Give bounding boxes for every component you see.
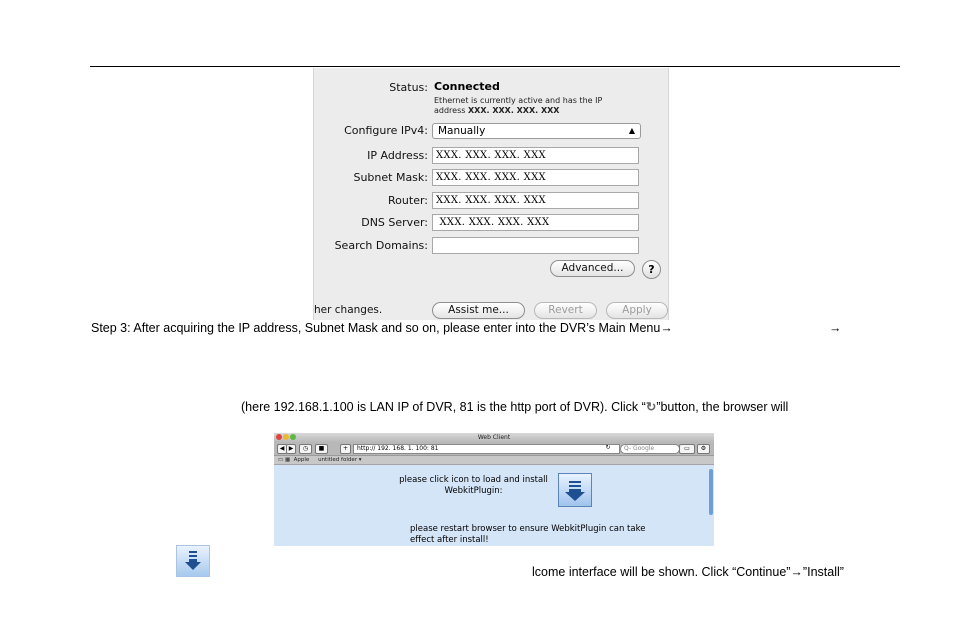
assist-me-button[interactable]: Assist me... bbox=[432, 302, 525, 319]
bookmark-folder[interactable]: untitled folder ▾ bbox=[318, 457, 361, 463]
history-icon[interactable]: ◷ bbox=[299, 444, 312, 454]
download-plugin-button[interactable] bbox=[558, 473, 592, 507]
url-field[interactable]: http:// 192. 168. 1. 100: 81 bbox=[353, 444, 620, 454]
bookmark-apple[interactable]: Apple bbox=[294, 457, 310, 463]
browser-toolbar: ◀ ▶ ◷ ■ + http:// 192. 168. 1. 100: 81 ↻… bbox=[274, 442, 714, 456]
apply-button[interactable]: Apply bbox=[606, 302, 668, 319]
restart-message: please restart browser to ensure WebkitP… bbox=[410, 524, 645, 546]
restart-message-line2: effect after install! bbox=[410, 535, 489, 545]
search-domains-label: Search Domains: bbox=[334, 239, 428, 252]
step3-text: Step 3: After acquiring the IP address, … bbox=[91, 321, 673, 335]
refresh-icon: ↻ bbox=[645, 400, 657, 414]
download-icon-small bbox=[176, 545, 210, 577]
advanced-button[interactable]: Advanced... bbox=[550, 260, 635, 277]
router-label: Router: bbox=[388, 194, 428, 207]
add-bookmark-icon[interactable]: + bbox=[340, 444, 351, 454]
configure-ipv4-select[interactable]: Manually ▲ bbox=[432, 123, 641, 139]
ip-address-field[interactable]: XXX. XXX. XXX. XXX bbox=[432, 147, 639, 164]
subnet-mask-field[interactable]: XXX. XXX. XXX. XXX bbox=[432, 169, 639, 186]
browser-titlebar: Web Client bbox=[274, 433, 714, 442]
reload-icon[interactable]: ↻ bbox=[604, 444, 612, 452]
search-domains-field[interactable] bbox=[432, 237, 639, 254]
status-description: Ethernet is currently active and has the… bbox=[434, 96, 634, 116]
browser-title: Web Client bbox=[477, 434, 511, 441]
dns-server-label: DNS Server: bbox=[361, 216, 428, 229]
status-value: Connected bbox=[434, 80, 500, 93]
subnet-mask-label: Subnet Mask: bbox=[353, 171, 428, 184]
lan-ip-suffix: ”button, the browser will bbox=[656, 400, 789, 414]
install-message: please click icon to load and install We… bbox=[399, 475, 548, 496]
browser-scrollbar[interactable] bbox=[709, 469, 713, 515]
status-desc-prefix: address bbox=[434, 106, 468, 115]
configure-ipv4-label: Configure IPv4: bbox=[344, 124, 428, 137]
grid-icon[interactable]: ▦ bbox=[285, 457, 290, 463]
status-desc-line2: address XXX. XXX. XXX. XXX bbox=[434, 106, 634, 116]
status-desc-line1: Ethernet is currently active and has the… bbox=[434, 96, 603, 105]
configure-ipv4-value: Manually bbox=[438, 125, 486, 137]
help-button[interactable]: ? bbox=[642, 260, 661, 279]
status-label: Status: bbox=[389, 81, 428, 94]
search-field[interactable]: Q- Google bbox=[620, 444, 680, 454]
browser-screenshot: Web Client ◀ ▶ ◷ ■ + http:// 192. 168. 1… bbox=[274, 433, 714, 546]
browser-content: please click icon to load and install We… bbox=[274, 466, 714, 546]
lan-ip-prefix: (here 192.168.1.100 is LAN IP of DVR, 81… bbox=[241, 400, 646, 414]
lan-ip-line: (here 192.168.1.100 is LAN IP of DVR, 81… bbox=[241, 399, 788, 414]
download-arrow-icon bbox=[185, 551, 201, 570]
settings-gear-icon[interactable]: ⚙ bbox=[697, 444, 710, 454]
step3-arrow: → bbox=[829, 321, 842, 335]
reading-list-icon[interactable]: ▭ bbox=[679, 444, 695, 454]
bookmarks-book-icon[interactable]: ■ bbox=[315, 444, 328, 454]
router-field[interactable]: XXX. XXX. XXX. XXX bbox=[432, 192, 639, 209]
reading-icon[interactable]: ▭ bbox=[278, 457, 283, 463]
download-arrow-icon bbox=[565, 481, 585, 501]
header-rule bbox=[90, 66, 900, 67]
forward-icon[interactable]: ▶ bbox=[286, 444, 296, 454]
status-desc-address: XXX. XXX. XXX. XXX bbox=[467, 106, 560, 115]
restart-message-line1: please restart browser to ensure WebkitP… bbox=[410, 524, 646, 534]
revert-button[interactable]: Revert bbox=[534, 302, 597, 319]
welcome-line: lcome interface will be shown. Click “Co… bbox=[532, 565, 844, 579]
ip-address-label: IP Address: bbox=[367, 149, 428, 162]
dns-server-field[interactable]: XXX. XXX. XXX. XXX bbox=[432, 214, 639, 231]
network-preferences-panel: Status: Connected Ethernet is currently … bbox=[313, 68, 669, 320]
bookmarks-bar: ▭ ▦ Apple untitled folder ▾ bbox=[274, 456, 714, 465]
partial-changes-text: her changes. bbox=[314, 304, 383, 316]
select-arrows-icon: ▲ bbox=[628, 126, 635, 135]
